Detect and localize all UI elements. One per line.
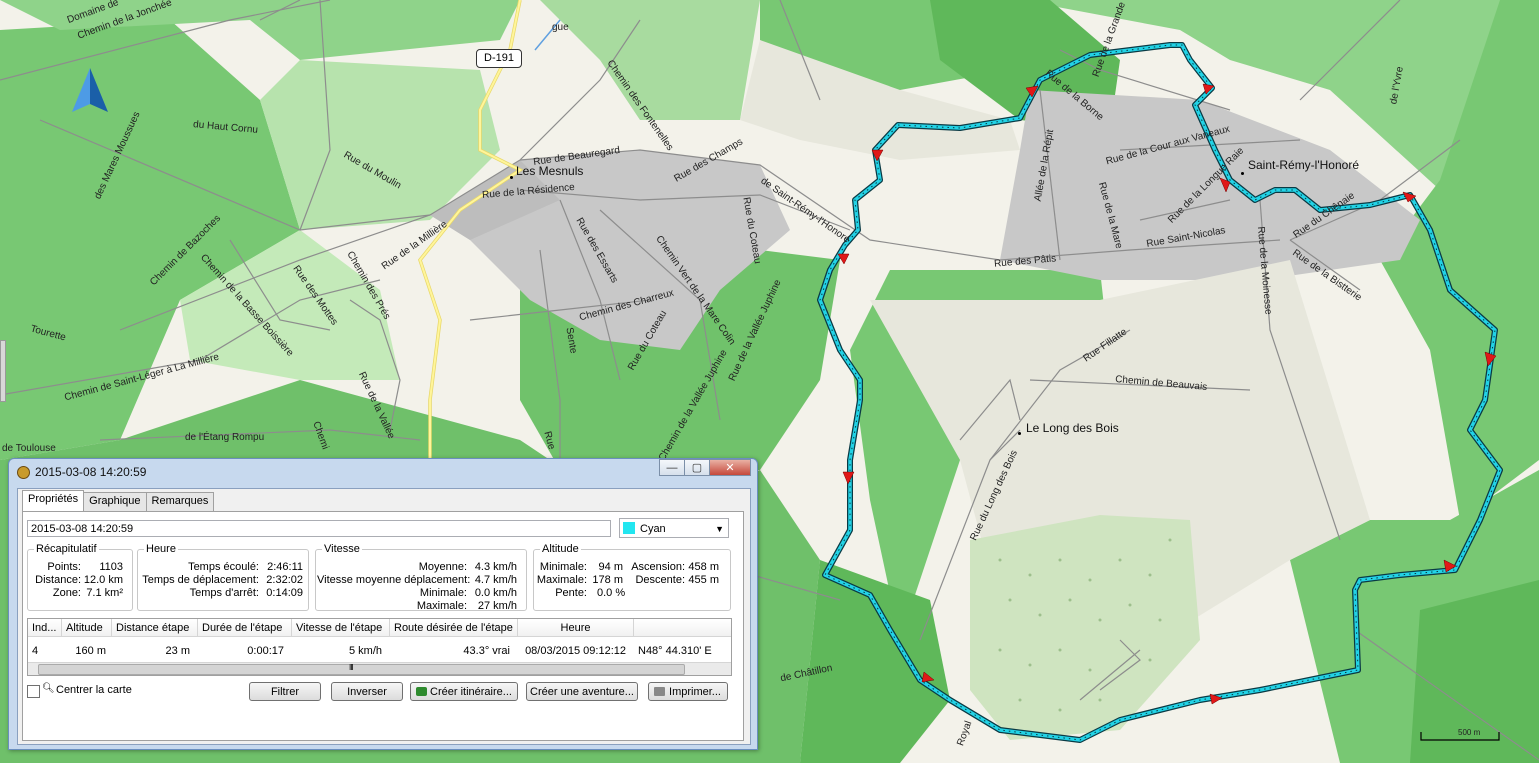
magnifier-icon: 🔍︎ xyxy=(42,683,55,694)
column-header[interactable]: Route désirée de l'étape xyxy=(390,619,518,637)
avg-moving-speed-label: Vitesse moyenne déplacement: xyxy=(317,574,471,586)
create-route-label: Créer itinéraire... xyxy=(430,686,512,698)
descent-label: Descente: xyxy=(635,574,685,586)
printer-icon xyxy=(654,687,665,696)
elapsed-value: 2:46:11 xyxy=(267,561,303,573)
close-button[interactable]: ✕ xyxy=(709,459,751,476)
table-cell: 08/03/2015 09:12:12 xyxy=(525,645,626,657)
street-label: de l'Étang Rompu xyxy=(185,432,265,443)
scrollbar-thumb[interactable]: III xyxy=(38,663,685,675)
alt-max-value: 178 m xyxy=(592,574,623,586)
create-route-button[interactable]: Créer itinéraire... xyxy=(410,682,518,701)
slope-label: Pente: xyxy=(555,587,587,599)
center-map-checkbox[interactable] xyxy=(27,685,40,698)
place-label: Les Mesnuls xyxy=(516,164,584,178)
dialog-title: 2015-03-08 14:20:59 xyxy=(35,465,147,479)
chevron-down-icon: ▼ xyxy=(715,524,724,534)
tab-remarques[interactable]: Remarques xyxy=(145,492,215,512)
distance-value: 12.0 km xyxy=(83,574,123,586)
scale-label: 500 m xyxy=(1458,728,1481,737)
max-speed-label: Maximale: xyxy=(416,600,467,612)
place-label: Le Long des Bois xyxy=(1026,421,1119,435)
reverse-button[interactable]: Inverser xyxy=(331,682,403,701)
avg-moving-speed-value: 4.7 km/h xyxy=(474,574,517,586)
place-dot xyxy=(510,176,513,179)
side-panel-handle[interactable] xyxy=(0,340,6,402)
table-cell: 43.3° vrai xyxy=(463,645,510,657)
track-properties-dialog: 2015-03-08 14:20:59 — ▢ ✕ Propriétés Gra… xyxy=(8,458,758,750)
alt-max-label: Maximale: xyxy=(536,574,587,586)
column-header[interactable]: Vitesse de l'étape xyxy=(292,619,390,637)
alt-min-value: 94 m xyxy=(598,561,623,573)
color-label: Cyan xyxy=(640,523,666,535)
alt-min-label: Minimale: xyxy=(539,561,587,573)
slope-value: 0.0 % xyxy=(597,587,626,599)
place-label: Saint-Rémy-l'Honoré xyxy=(1248,158,1359,172)
moving-time-label: Temps de déplacement: xyxy=(142,574,259,586)
table-cell: 5 km/h xyxy=(348,645,382,657)
track-points-table[interactable]: Ind... Altitude Distance étape Durée de … xyxy=(27,618,732,676)
avg-speed-label: Moyenne: xyxy=(418,561,467,573)
max-speed-value: 27 km/h xyxy=(477,600,517,612)
place-dot xyxy=(1241,172,1244,175)
elapsed-label: Temps écoulé: xyxy=(188,561,259,573)
altitude-legend: Altitude xyxy=(542,543,579,555)
north-arrow-icon[interactable] xyxy=(72,68,108,117)
tab-graphique[interactable]: Graphique xyxy=(83,492,147,512)
track-name-input[interactable]: 2015-03-08 14:20:59 xyxy=(27,520,611,537)
window-controls: — ▢ ✕ xyxy=(659,459,751,476)
horizontal-scrollbar[interactable]: III xyxy=(28,662,731,675)
descent-value: 455 m xyxy=(688,574,719,586)
maximize-button[interactable]: ▢ xyxy=(684,459,710,476)
column-header[interactable]: Heure xyxy=(518,619,634,637)
distance-label: Distance: xyxy=(35,574,81,586)
stopped-time-label: Temps d'arrêt: xyxy=(189,587,259,599)
print-button[interactable]: Imprimer... xyxy=(648,682,728,701)
time-legend: Heure xyxy=(146,543,176,555)
street-label: gue xyxy=(552,22,569,33)
create-adventure-button[interactable]: Créer une aventure... xyxy=(526,682,638,701)
street-label: de Toulouse xyxy=(2,443,56,454)
road-shield: D-191 xyxy=(476,49,522,68)
stopped-time-value: 0:14:09 xyxy=(266,587,303,599)
column-header[interactable]: Durée de l'étape xyxy=(198,619,292,637)
properties-panel: 2015-03-08 14:20:59 Cyan ▼ Récapitulatif… xyxy=(22,511,744,741)
min-speed-value: 0.0 km/h xyxy=(474,587,517,599)
dialog-body: Propriétés Graphique Remarques 2015-03-0… xyxy=(17,488,751,745)
column-header[interactable]: Altitude xyxy=(62,619,112,637)
tab-bar: Propriétés Graphique Remarques xyxy=(22,490,215,512)
points-value: 1103 xyxy=(99,561,123,573)
table-cell: 0:00:17 xyxy=(247,645,284,657)
min-speed-label: Minimale: xyxy=(419,587,467,599)
column-header[interactable]: Ind... xyxy=(28,619,62,637)
scroll-grip: III xyxy=(349,663,354,672)
table-cell: 4 xyxy=(32,645,39,657)
recap-legend: Récapitulatif xyxy=(36,543,97,555)
place-dot xyxy=(1018,432,1021,435)
speed-legend: Vitesse xyxy=(324,543,360,555)
points-label: Points: xyxy=(47,561,81,573)
app-icon xyxy=(17,465,30,479)
color-select[interactable]: Cyan ▼ xyxy=(619,518,729,538)
route-icon xyxy=(416,687,427,696)
column-header[interactable]: Distance étape xyxy=(112,619,198,637)
table-cell: 23 m xyxy=(165,645,190,657)
table-cell: 160 m xyxy=(75,645,106,657)
moving-time-value: 2:32:02 xyxy=(266,574,303,586)
minimize-button[interactable]: — xyxy=(659,459,685,476)
ascent-value: 458 m xyxy=(688,561,719,573)
print-label: Imprimer... xyxy=(669,686,721,698)
zone-label: Zone: xyxy=(52,587,81,599)
column-header[interactable] xyxy=(634,619,731,637)
table-cell: N48° 44.310' E xyxy=(638,645,712,657)
ascent-label: Ascension: xyxy=(631,561,685,573)
color-swatch xyxy=(623,522,635,534)
filter-button[interactable]: Filtrer xyxy=(249,682,321,701)
tab-proprietes[interactable]: Propriétés xyxy=(22,490,85,512)
dialog-titlebar[interactable]: 2015-03-08 14:20:59 xyxy=(17,465,146,479)
avg-speed-value: 4.3 km/h xyxy=(474,561,517,573)
center-map-label: Centrer la carte xyxy=(56,684,132,696)
zone-value: 7.1 km² xyxy=(86,587,123,599)
